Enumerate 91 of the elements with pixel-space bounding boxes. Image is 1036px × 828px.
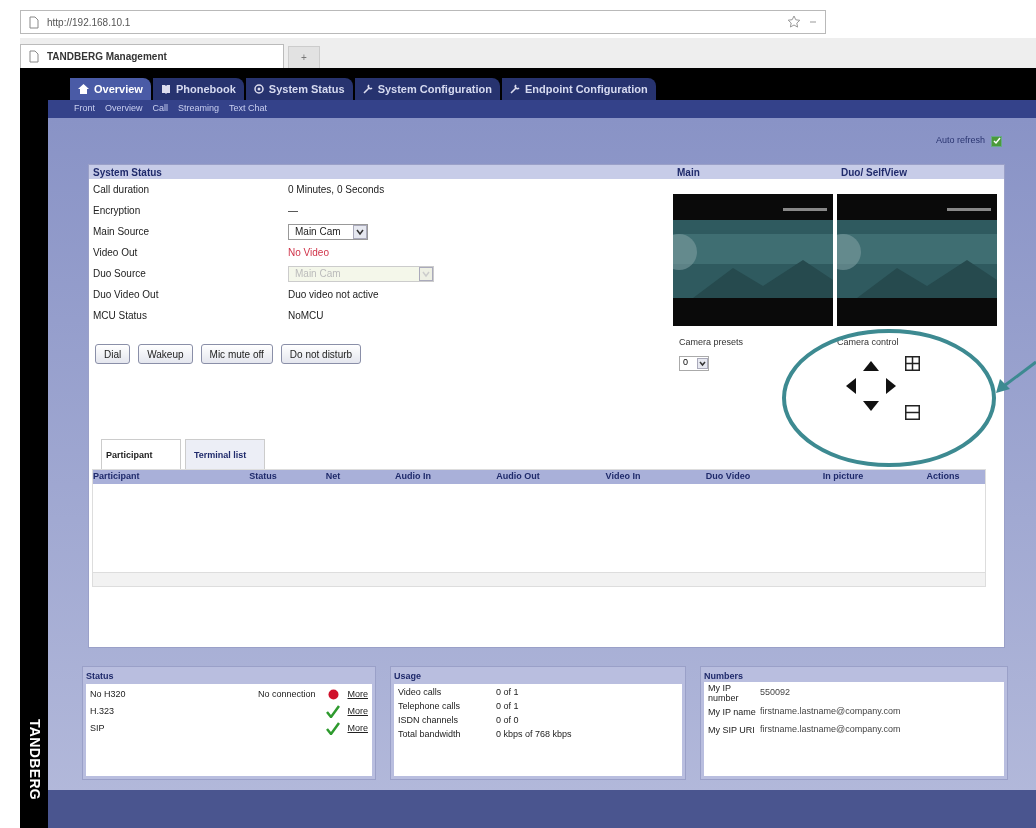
section-title: Main (677, 165, 701, 180)
number-value: firstname.lastname@company.com (760, 705, 901, 719)
nav-tab[interactable]: Phonebook (152, 78, 244, 100)
field-label: Main Source (93, 225, 151, 239)
column-header: Duo Video (704, 470, 752, 484)
field-label: Duo Video Out (93, 288, 160, 302)
action-button[interactable]: Wakeup (138, 344, 193, 364)
source-dropdown[interactable]: Main Cam (288, 223, 368, 240)
number-value: firstname.lastname@company.com (760, 723, 901, 737)
usage-label: Telephone calls (398, 700, 462, 714)
nav-tab[interactable]: Endpoint Configuration (501, 78, 656, 100)
pan-down-button[interactable] (863, 400, 879, 411)
column-header: Audio In (394, 470, 432, 484)
field-label: Call duration (93, 183, 151, 197)
status-message: No connection (257, 687, 316, 701)
presets-dropdown[interactable]: 0 (679, 355, 709, 371)
camera-presets-label: Camera presets (679, 336, 745, 349)
action-button[interactable]: Dial (95, 344, 131, 364)
action-button[interactable]: Do not disturb (280, 344, 362, 364)
nav-link[interactable]: Streaming (178, 102, 220, 116)
auto-refresh-checkbox[interactable] (991, 135, 1002, 147)
number-label: My IP number (708, 683, 740, 703)
field-value: 0 Minutes, 0 Seconds (288, 183, 385, 197)
section-title: Usage (394, 670, 422, 683)
nav-link[interactable]: Text Chat (229, 102, 268, 116)
zoom-out-button[interactable] (905, 404, 920, 420)
column-header: Participant (93, 470, 141, 484)
column-header: Video In (604, 470, 642, 484)
page-icon (29, 50, 39, 63)
address-bar[interactable]: http://192.168.10.1 (20, 10, 826, 34)
usage-label: Total bandwidth (398, 728, 462, 742)
wrench-icon (509, 84, 520, 94)
page-icon (29, 15, 39, 29)
field-label: Video Out (93, 246, 139, 260)
pan-up-button[interactable] (863, 360, 879, 371)
field-value: NoMCU (288, 309, 324, 323)
usage-label: Video calls (398, 686, 443, 700)
book-icon (160, 84, 171, 94)
nav-link[interactable]: Front (74, 102, 95, 116)
status-icon (253, 84, 264, 94)
number-label: My IP name (708, 707, 757, 717)
more-link[interactable]: More (347, 687, 368, 702)
zoom-in-button[interactable] (905, 355, 920, 371)
list-tab[interactable]: Terminal list (185, 439, 265, 469)
number-label: My SIP URI (708, 725, 756, 735)
field-value: No Video (288, 246, 329, 260)
url-text: http://192.168.10.1 (47, 15, 132, 30)
star-icon[interactable] (787, 15, 801, 29)
usage-value: 0 of 1 (496, 686, 519, 700)
protocol-label: No H320 (90, 687, 127, 701)
field-label: Duo Source (93, 267, 147, 281)
nav-tab[interactable]: System Configuration (354, 78, 500, 100)
wrench-icon (362, 84, 373, 94)
column-header: Status (248, 470, 278, 484)
pan-left-button[interactable] (846, 377, 856, 394)
horizontal-scrollbar[interactable] (93, 572, 985, 586)
section-title: System Status (93, 165, 162, 180)
field-label: MCU Status (93, 309, 148, 323)
field-value: Duo video not active (288, 288, 379, 302)
caret-icon (419, 266, 433, 281)
usage-label: ISDN channels (398, 714, 460, 728)
nav-link[interactable]: Overview (105, 102, 143, 116)
usage-value: 0 kbps of 768 kbps (496, 728, 572, 742)
nav-tab[interactable]: System Status (245, 78, 353, 100)
section-title: Duo/ SelfView (841, 165, 907, 180)
usage-value: 0 of 0 (496, 714, 519, 728)
pan-right-button[interactable] (886, 377, 896, 394)
column-header: Actions (925, 470, 961, 484)
more-link[interactable]: More (347, 721, 368, 736)
caret-icon (353, 224, 367, 239)
list-tab[interactable]: Participant (101, 439, 181, 469)
section-title: Numbers (704, 670, 744, 682)
protocol-label: SIP (90, 721, 106, 735)
column-header: Audio Out (495, 470, 541, 484)
brand-logo: TANDBERG (25, 718, 44, 800)
browser-tab[interactable]: TANDBERG Management (20, 44, 284, 68)
field-value: — (288, 204, 298, 218)
home-icon (78, 84, 89, 94)
number-value: 550092 (760, 686, 791, 700)
more-link[interactable]: More (347, 704, 368, 719)
field-label: Encryption (93, 204, 142, 218)
column-header: In picture (821, 470, 865, 484)
auto-refresh-label: Auto refresh (935, 134, 985, 148)
nav-link[interactable]: Call (152, 102, 169, 116)
usage-value: 0 of 1 (496, 700, 519, 714)
protocol-label: H.323 (90, 704, 116, 718)
section-title: Status (86, 670, 115, 683)
action-button[interactable]: Mic mute off (200, 344, 273, 364)
column-header: Net (324, 470, 342, 484)
nav-tab[interactable]: Overview (70, 78, 151, 100)
caret-icon (697, 357, 708, 369)
